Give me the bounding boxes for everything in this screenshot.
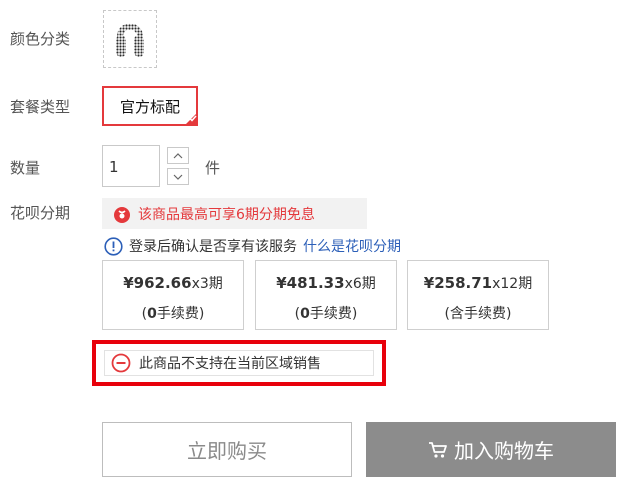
fee-text: 手续费) [309, 306, 358, 322]
what-is-huabei-link[interactable]: 什么是花呗分期 [303, 236, 401, 256]
promo-text: 该商品最高可享6期分期免息 [138, 206, 315, 223]
region-warning-text: 此商品不支持在当前区域销售 [139, 356, 321, 372]
package-label: 套餐类型 [10, 98, 71, 116]
quantity-decrease-button[interactable] [167, 168, 189, 185]
quantity-input[interactable]: 1 [102, 145, 160, 187]
huabei-logo-icon [112, 204, 132, 224]
chevron-down-icon [173, 174, 183, 180]
region-warning: 此商品不支持在当前区域销售 [104, 350, 374, 376]
quantity-unit: 件 [205, 159, 221, 177]
color-label: 颜色分类 [10, 30, 71, 48]
cart-icon [428, 441, 448, 459]
headphone-thumbnail-icon [116, 23, 144, 57]
installment-amount: ¥258.71 [423, 274, 493, 292]
package-option-label: 官方标配 [119, 97, 180, 116]
fee-text: 手续费) [156, 306, 205, 322]
info-icon [104, 236, 123, 256]
buy-now-label: 立即购买 [187, 439, 267, 463]
fee-text: (含手续费) [444, 306, 512, 322]
installment-option-12[interactable]: ¥258.71x12期 (含手续费) [407, 260, 549, 330]
installment-periods: x12期 [492, 276, 533, 292]
add-to-cart-button[interactable]: 加入购物车 [366, 422, 616, 477]
huabei-label: 花呗分期 [10, 204, 71, 222]
selected-check-icon [184, 112, 198, 126]
installment-amount: ¥481.33 [276, 274, 345, 292]
installment-periods: x6期 [344, 276, 376, 292]
add-to-cart-label: 加入购物车 [454, 439, 554, 463]
buy-now-button[interactable]: 立即购买 [102, 422, 352, 477]
notice-text: 登录后确认是否享有该服务 [129, 239, 297, 255]
installment-promo: 该商品最高可享6期分期免息 [102, 198, 367, 229]
minus-circle-icon [111, 353, 131, 373]
package-option-official[interactable]: 官方标配 [102, 86, 198, 126]
chevron-up-icon [173, 152, 183, 158]
login-notice: 登录后确认是否享有该服务 什么是花呗分期 [104, 236, 401, 256]
installment-amount: ¥962.66 [123, 274, 192, 292]
fee-zero: 0 [300, 306, 310, 322]
installment-option-3[interactable]: ¥962.66x3期 (0手续费) [102, 260, 244, 330]
quantity-increase-button[interactable] [167, 147, 189, 164]
installment-option-6[interactable]: ¥481.33x6期 (0手续费) [255, 260, 397, 330]
color-option-swatch[interactable] [103, 10, 157, 68]
installment-periods: x3期 [191, 276, 223, 292]
quantity-label: 数量 [10, 159, 41, 177]
region-warning-highlight: 此商品不支持在当前区域销售 [92, 340, 386, 386]
fee-zero: 0 [147, 306, 157, 322]
